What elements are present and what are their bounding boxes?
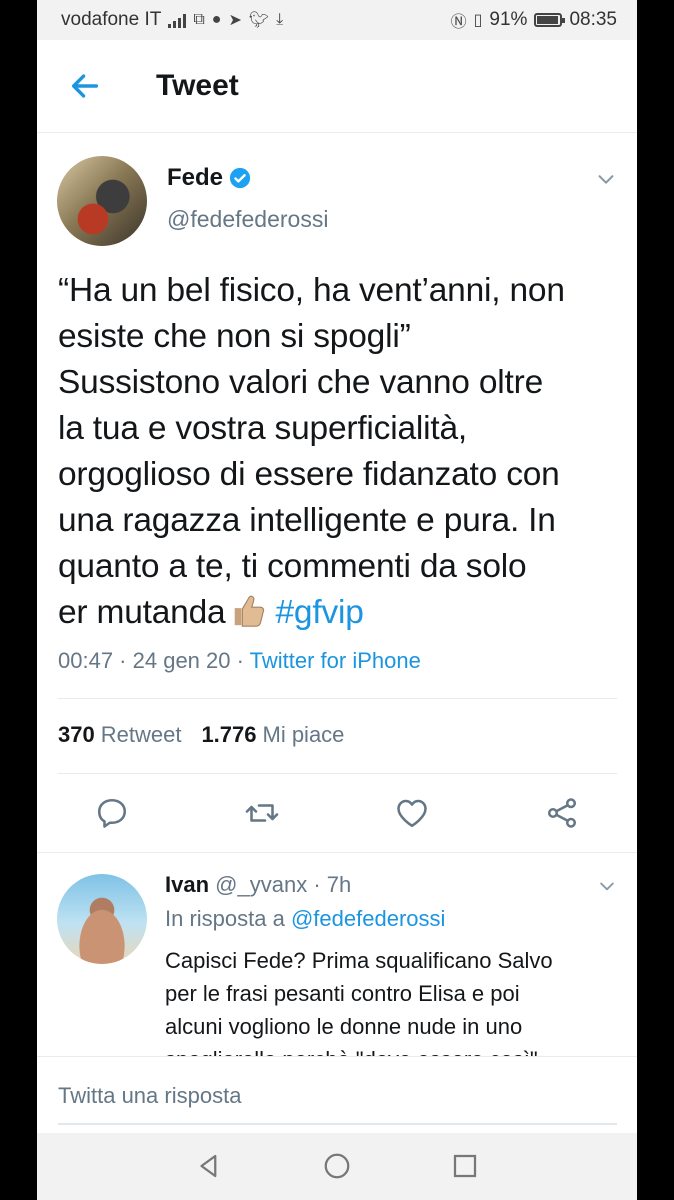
retweet-icon[interactable]: [244, 795, 280, 831]
carrier-label: vodafone IT: [61, 9, 162, 30]
retweet-stat[interactable]: 370 Retweet: [58, 722, 181, 748]
signal-icon: [168, 12, 187, 28]
like-stat[interactable]: 1.776 Mi piace: [201, 722, 344, 748]
reply-line: per le frasi pesanti contro Elisa e poi: [165, 981, 520, 1006]
reply-avatar[interactable]: [57, 874, 147, 964]
reply-icon[interactable]: [94, 795, 130, 831]
github-icon: ●: [211, 11, 222, 28]
nfc-icon: Ⓝ: [450, 14, 467, 31]
tweet-line: esiste che non si spogli”: [58, 318, 411, 355]
chevron-down-icon[interactable]: [597, 876, 617, 896]
author-handle[interactable]: @fedefederossi: [167, 206, 328, 233]
back-triangle-icon[interactable]: [194, 1151, 224, 1181]
divider: [58, 698, 617, 699]
retweet-count: 370: [58, 722, 95, 747]
author-name-row[interactable]: Fede: [167, 164, 251, 192]
download-icon: ⤓: [276, 11, 284, 28]
send-icon: ➤: [228, 12, 242, 29]
tweet-line: Sussistono valori che vanno oltre: [58, 364, 544, 401]
tweet-time: 00:47: [58, 648, 114, 673]
like-count: 1.776: [201, 722, 257, 747]
phone-screen: vodafone IT ⧉ ● ➤ 🐦︎ ⤓ Ⓝ ▯ 91% 08:35 Twe…: [37, 0, 637, 1200]
like-heart-icon[interactable]: [394, 795, 430, 831]
back-arrow-icon[interactable]: [68, 69, 102, 103]
tweet-date: 24 gen 20: [132, 648, 231, 673]
reply-input[interactable]: Twitta una risposta: [58, 1083, 241, 1109]
reply-age: 7h: [326, 872, 352, 897]
replying-to-prefix: In risposta a: [165, 906, 285, 931]
clock: 08:35: [569, 9, 617, 30]
status-bar: vodafone IT ⧉ ● ➤ 🐦︎ ⤓ Ⓝ ▯ 91% 08:35: [37, 0, 637, 40]
battery-icon: [534, 13, 566, 27]
reply-author-handle: @_yvanx: [215, 872, 308, 897]
reply-line: Capisci Fede? Prima squalificano Salvo: [165, 948, 553, 973]
notification-icon: ⧉: [193, 11, 205, 28]
input-underline: [58, 1123, 617, 1125]
tweet-line: quanto a te, ti commenti da solo: [58, 548, 527, 585]
replying-to-mention[interactable]: @fedefederossi: [291, 906, 445, 931]
divider: [37, 852, 637, 853]
twitter-bird-icon: 🐦︎: [248, 12, 270, 29]
reply-header[interactable]: Ivan @_yvanx · 7h: [165, 872, 351, 898]
tweet-text: “Ha un bel fisico, ha vent’anni, non esi…: [58, 268, 628, 636]
thumbs-up-emoji-icon: [235, 595, 265, 627]
tweet-line: una ragazza intelligente e pura. In: [58, 502, 556, 539]
tweet-source-link[interactable]: Twitter for iPhone: [250, 648, 421, 673]
tweet-actions: [37, 795, 637, 835]
tweet-line: er mutanda: [58, 594, 226, 631]
tweet-line: “Ha un bel fisico, ha vent’anni, non: [58, 272, 565, 309]
battery-percent: 91%: [489, 9, 528, 30]
divider: [58, 773, 617, 774]
system-nav-bar: [37, 1133, 637, 1200]
reply-line: alcuni vogliono le donne nude in uno: [165, 1014, 523, 1039]
retweet-label: Retweet: [100, 722, 182, 747]
page-title: Tweet: [156, 69, 239, 102]
tweet-meta: 00:47 · 24 gen 20 · Twitter for iPhone: [58, 648, 421, 673]
chevron-down-icon[interactable]: [595, 168, 617, 190]
app-header: Tweet: [37, 40, 637, 133]
vibrate-icon: ▯: [473, 12, 483, 29]
like-label: Mi piace: [262, 722, 345, 747]
replying-to: In risposta a @fedefederossi: [165, 906, 445, 932]
author-avatar[interactable]: [57, 156, 147, 246]
tweet-line: orgoglioso di essere fidanzato con: [58, 456, 560, 493]
tweet-stats: 370 Retweet 1.776 Mi piace: [58, 722, 344, 748]
hashtag-link[interactable]: #gfvip: [275, 594, 363, 631]
tweet-line: la tua e vostra superficialità,: [58, 410, 468, 447]
author-name: Fede: [167, 164, 224, 191]
recents-square-icon[interactable]: [450, 1151, 480, 1181]
tweet-last-line: er mutanda #gfvip: [58, 590, 628, 636]
home-circle-icon[interactable]: [322, 1151, 352, 1181]
share-icon[interactable]: [544, 795, 580, 831]
compose-bar: Twitta una risposta: [37, 1056, 637, 1133]
reply-author-name: Ivan: [165, 872, 210, 897]
verified-badge-icon: [229, 167, 251, 189]
